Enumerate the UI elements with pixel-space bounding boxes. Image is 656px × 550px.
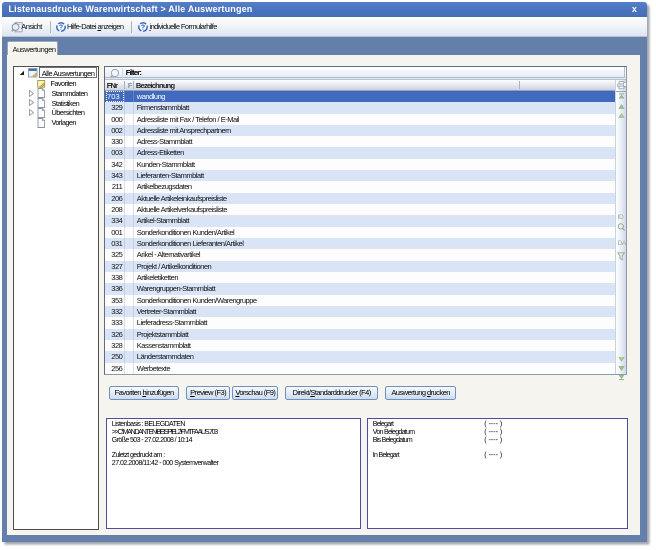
svg-text:?: ? (141, 24, 145, 31)
svg-text:?: ? (59, 24, 63, 31)
